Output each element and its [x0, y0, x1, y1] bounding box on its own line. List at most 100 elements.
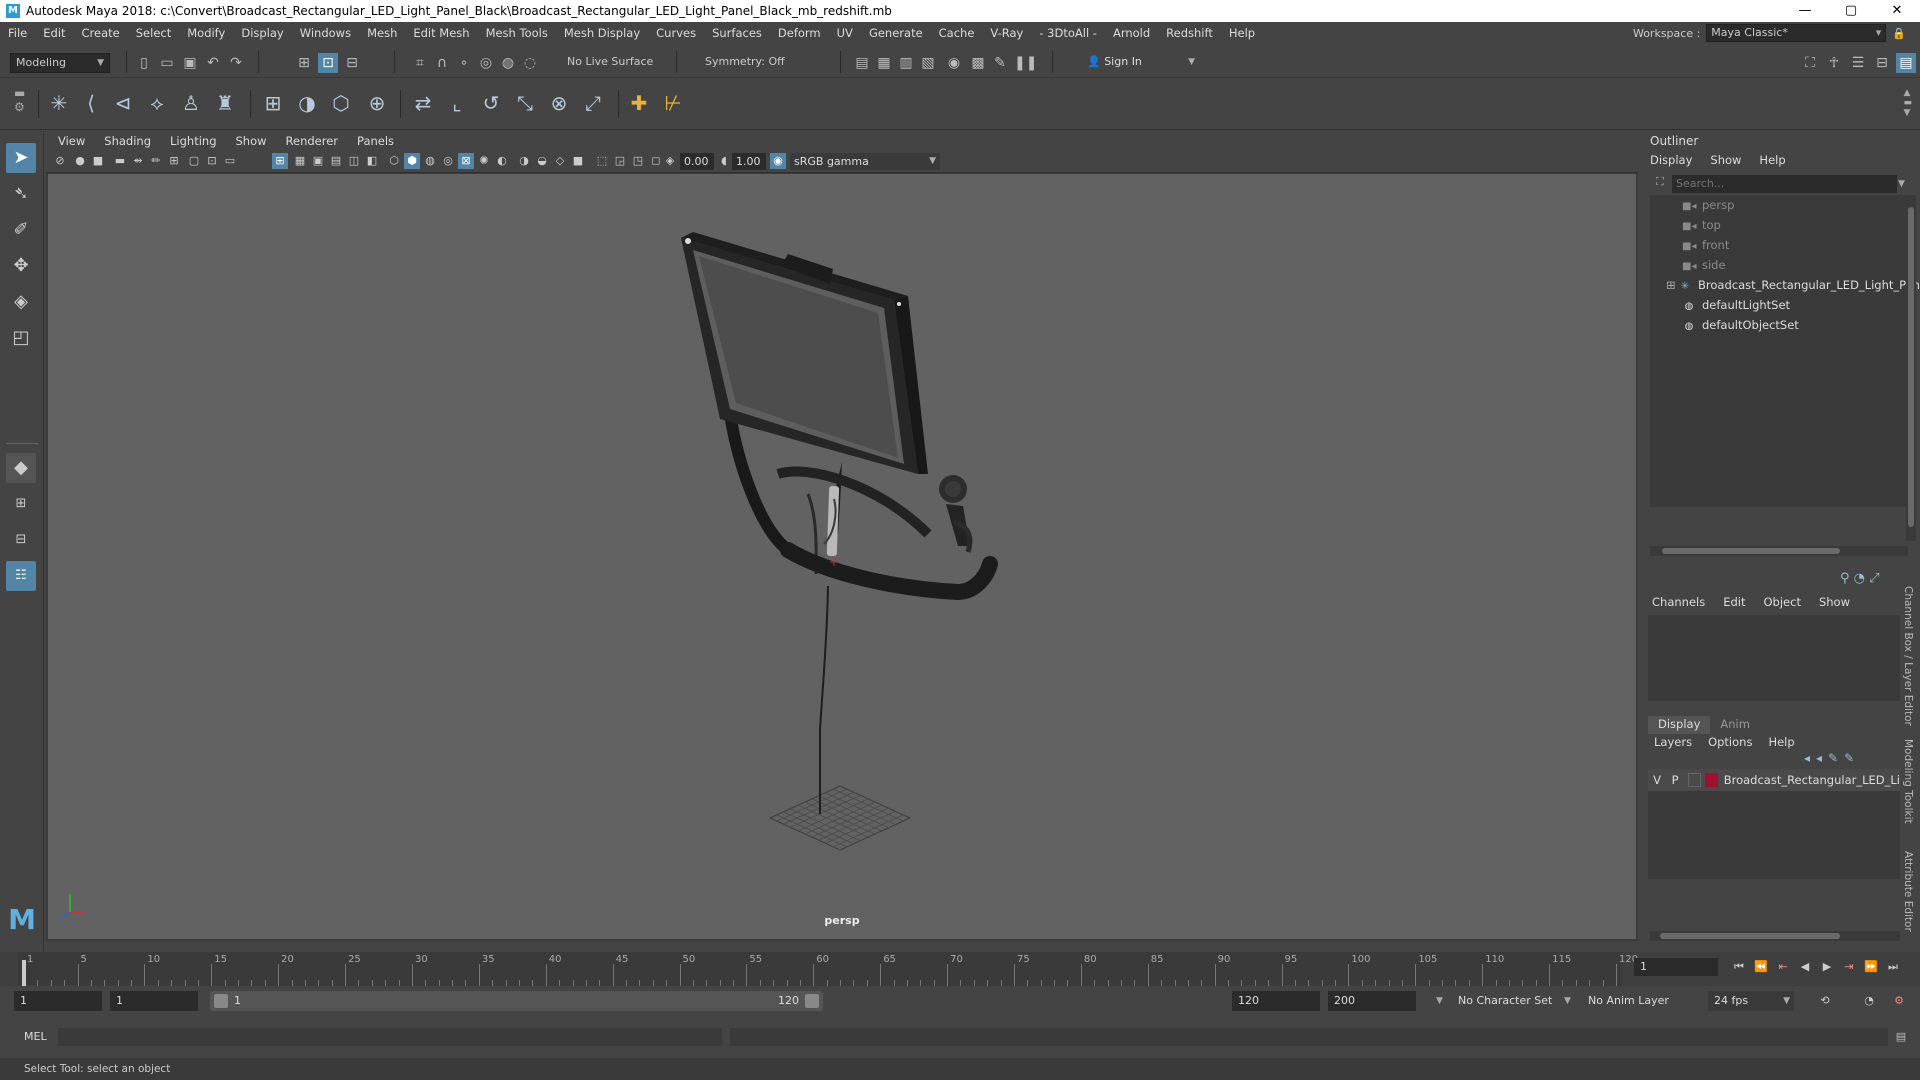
menu-mesh-display[interactable]: Mesh Display [556, 26, 648, 40]
layer-type-toggle[interactable] [1688, 773, 1702, 787]
menu-deform[interactable]: Deform [770, 26, 829, 40]
lasso-tool-icon[interactable]: ➴ [6, 179, 36, 209]
snap-projected-icon[interactable]: ◌ [520, 53, 540, 73]
step-forward-key-icon[interactable]: ⏩ [1862, 958, 1880, 976]
rotate-tool-icon[interactable]: ◈ [6, 287, 36, 317]
viewport-menu-panels[interactable]: Panels [345, 134, 401, 148]
new-scene-icon[interactable]: ▯ [134, 53, 154, 73]
scale-tool-icon[interactable]: ◰ [6, 323, 36, 353]
expand-icon[interactable]: ⊞ [1666, 275, 1678, 295]
color-space-dropdown[interactable]: sRGB gamma ▼ [790, 153, 940, 170]
constraint-orient-icon[interactable]: ↺ [476, 88, 506, 118]
constraint-point-icon[interactable]: ⇄ [408, 88, 438, 118]
pause-viewport-icon[interactable]: ❚❚ [1014, 53, 1037, 73]
current-frame-field[interactable]: 1 [1634, 958, 1718, 976]
snap-grid-icon[interactable]: ⌗ [410, 53, 430, 73]
menu-vray[interactable]: V-Ray [982, 26, 1031, 40]
symmetry-dropdown[interactable]: Symmetry: Off [700, 53, 804, 73]
step-back-frame-icon[interactable]: ⇤ [1774, 958, 1792, 976]
play-forwards-icon[interactable]: ▶ [1818, 958, 1836, 976]
outliner-item-default-object-set[interactable]: ◍ defaultObjectSet [1682, 315, 1799, 335]
viewport-menu-shading[interactable]: Shading [92, 134, 158, 148]
safe-action-icon[interactable]: ▣ [310, 153, 326, 169]
channel-box-menu-object[interactable]: Object [1764, 595, 1801, 609]
outliner-item-front[interactable]: ■◂ front [1682, 235, 1729, 255]
workspace-dropdown[interactable]: Maya Classic* ▾ [1706, 24, 1887, 42]
render-current-icon[interactable]: ▦ [874, 53, 894, 73]
layer-color-swatch[interactable] [1705, 773, 1718, 787]
menu-create[interactable]: Create [74, 26, 128, 40]
snap-surface-icon[interactable]: ◍ [498, 53, 518, 73]
side-tab-attribute-editor[interactable]: Attribute Editor [1902, 851, 1914, 932]
constraint-scale-icon[interactable]: ⤡ [510, 88, 540, 118]
channel-box-icon[interactable]: ▤ [1896, 53, 1916, 73]
cluster-icon[interactable]: ⊕ [362, 88, 392, 118]
gamma-field[interactable]: 1.00 [732, 153, 766, 170]
snap-point-icon[interactable]: ∘ [454, 53, 474, 73]
undo-icon[interactable]: ↶ [203, 53, 223, 73]
tab-display[interactable]: Display [1648, 716, 1711, 734]
menu-arnold[interactable]: Arnold [1105, 26, 1158, 40]
step-forward-frame-icon[interactable]: ⇥ [1840, 958, 1858, 976]
cluster-locator-icon[interactable]: ⊬ [658, 88, 688, 118]
channel-box-menu-channels[interactable]: Channels [1652, 595, 1705, 609]
scrollbar-thumb[interactable] [1660, 933, 1840, 939]
two-view-layout-icon[interactable]: ⊟ [6, 525, 36, 555]
paint-weights-icon[interactable]: ⊞ [258, 88, 288, 118]
channel-box-menu-edit[interactable]: Edit [1723, 595, 1745, 609]
range-slider-start-handle[interactable] [214, 994, 228, 1008]
exposure-field[interactable]: 0.00 [680, 153, 714, 170]
menu-set-dropdown[interactable]: Modeling ▼ [10, 53, 110, 73]
constraint-aim-icon[interactable]: ⌞ [442, 88, 472, 118]
chevron-down-icon[interactable]: ▼ [1436, 991, 1443, 1011]
range-slider[interactable]: 1 120 [210, 991, 823, 1011]
use-all-lights-icon[interactable]: ◎ [440, 153, 456, 169]
viewport-menu-renderer[interactable]: Renderer [274, 134, 346, 148]
xray-joints-icon[interactable]: ◲ [612, 153, 628, 169]
live-surface-field[interactable]: No Live Surface [562, 53, 662, 73]
viewport-menu-show[interactable]: Show [224, 134, 274, 148]
playback-end-field[interactable]: 120 [1232, 991, 1320, 1011]
menu-edit-mesh[interactable]: Edit Mesh [405, 26, 477, 40]
grid-toggle-icon[interactable]: ⊞ [166, 153, 182, 169]
playback-start-field[interactable]: 1 [110, 991, 198, 1011]
scrollbar-thumb[interactable] [1908, 207, 1914, 527]
menu-3dtoall[interactable]: - 3DtoAll - [1031, 26, 1105, 40]
tool-settings-icon[interactable]: ⊟ [1872, 53, 1892, 73]
image-plane-icon[interactable]: ▬ [112, 153, 128, 169]
minimize-button[interactable]: — [1782, 0, 1828, 22]
isolate-select-icon[interactable]: ■ [570, 153, 586, 169]
select-tool-icon[interactable]: ➤ [6, 143, 36, 173]
anti-aliasing-icon[interactable]: ◒ [534, 153, 550, 169]
tab-anim[interactable]: Anim [1710, 716, 1760, 734]
time-ruler[interactable]: 1 5 10 15 20 25 30 35 40 45 50 55 60 65 70 75 80 85 90 95 10… [18, 952, 1638, 986]
menu-mesh[interactable]: Mesh [359, 26, 405, 40]
two-d-pan-icon[interactable]: ⇴ [130, 153, 146, 169]
menu-file[interactable]: File [0, 26, 35, 40]
modeling-toolkit-icon[interactable]: ⛶ [1800, 53, 1820, 73]
textured-icon[interactable]: ◍ [422, 153, 438, 169]
save-scene-icon[interactable]: ▣ [180, 53, 200, 73]
layer-menu-layers[interactable]: Layers [1654, 735, 1692, 749]
render-view-icon[interactable]: ▤ [852, 53, 872, 73]
open-scene-icon[interactable]: ▭ [157, 53, 177, 73]
field-chart-icon[interactable]: ▦ [292, 153, 308, 169]
viewport-menu-view[interactable]: View [46, 134, 92, 148]
humanik-skeleton-icon[interactable]: ♙ [176, 88, 206, 118]
four-view-layout-icon[interactable]: ⊞ [6, 489, 36, 519]
side-tab-channel-box[interactable]: Channel Box / Layer Editor [1902, 586, 1914, 726]
ik-handle-icon[interactable]: ⟨ [76, 88, 106, 118]
single-view-icon[interactable]: ◆ [6, 453, 36, 483]
gamma-icon[interactable]: ◖ [716, 153, 732, 169]
grid-icon[interactable]: ⊞ [272, 153, 288, 169]
3d-viewport[interactable]: persp [48, 174, 1636, 939]
shelf-options-icon[interactable]: ▬ ⚙ [14, 86, 25, 114]
preferences-icon[interactable]: ⚙ [1890, 992, 1908, 1010]
menu-surfaces[interactable]: Surfaces [704, 26, 770, 40]
close-button[interactable]: ✕ [1874, 0, 1920, 22]
outliner-horizontal-scrollbar[interactable] [1650, 546, 1908, 556]
loop-icon[interactable]: ⟲ [1816, 992, 1834, 1010]
bookmark-icon[interactable]: ■ [90, 153, 106, 169]
xray-components-icon[interactable]: ◳ [630, 153, 646, 169]
layer-menu-help[interactable]: Help [1768, 735, 1794, 749]
